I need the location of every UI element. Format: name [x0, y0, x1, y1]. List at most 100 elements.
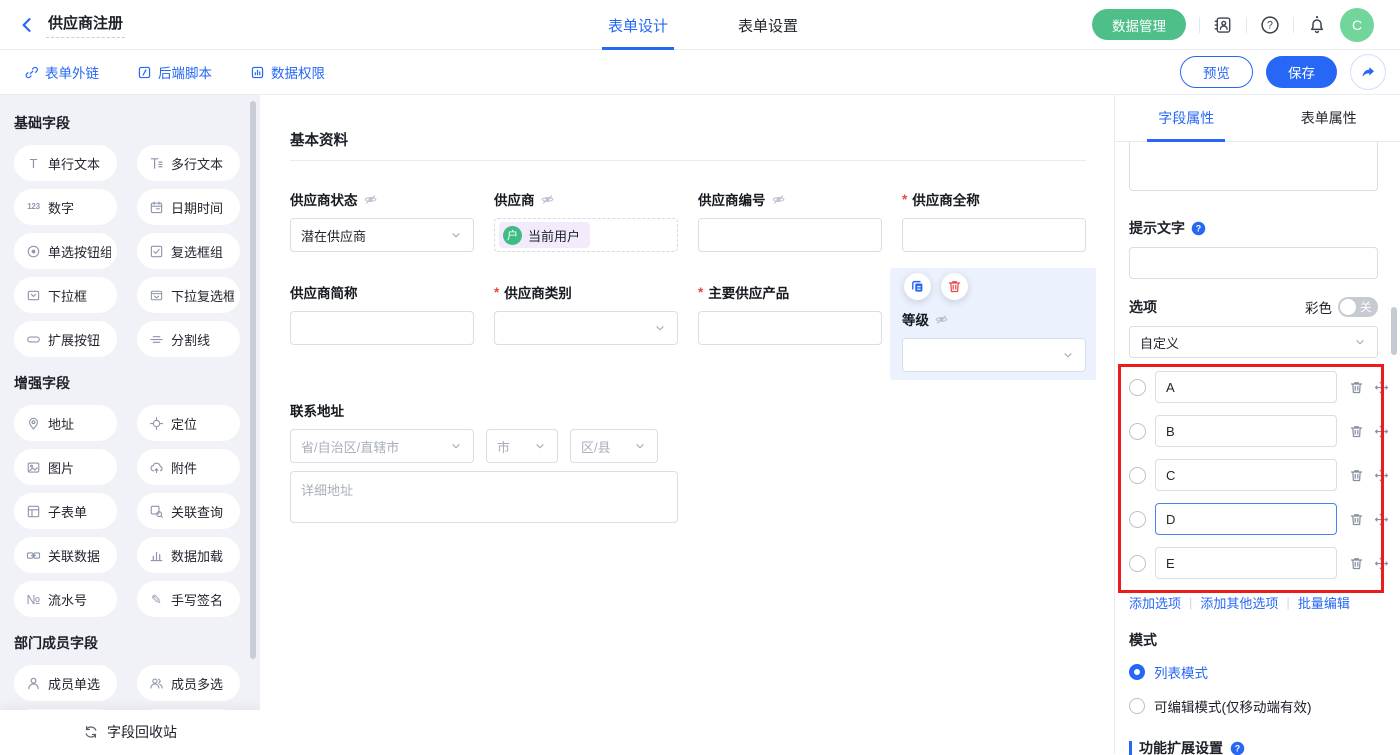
sidebar-item-dropdown-multi[interactable]: 下拉复选框	[137, 277, 240, 313]
bell-icon[interactable]	[1307, 15, 1327, 35]
back-icon[interactable]	[18, 16, 36, 34]
sidebar-item-radio-group[interactable]: 单选按钮组	[14, 233, 117, 269]
radio-icon[interactable]	[1129, 698, 1145, 714]
field-supplier[interactable]: 供应商 户 当前用户	[494, 189, 678, 252]
sidebar-item-serial[interactable]: №流水号	[14, 581, 117, 617]
sidebar-item-subform[interactable]: 子表单	[14, 493, 117, 529]
sidebar-item-persons[interactable]: 成员多选	[137, 665, 240, 701]
sidebar-item-signature[interactable]: ✎手写签名	[137, 581, 240, 617]
sidebar-item-assoc-query[interactable]: 关联查询	[137, 493, 240, 529]
grade-select[interactable]	[902, 338, 1086, 372]
move-icon[interactable]	[1374, 512, 1389, 527]
option-value-input[interactable]	[1155, 547, 1337, 579]
tab-form-settings[interactable]: 表单设置	[738, 0, 798, 50]
sidebar-item-cloud-upload[interactable]: 附件	[137, 449, 240, 485]
province-select[interactable]: 省/自治区/直辖市	[290, 429, 474, 463]
copy-field-button[interactable]	[904, 273, 931, 300]
supplier-code-input[interactable]	[698, 218, 882, 252]
move-icon[interactable]	[1374, 380, 1389, 395]
sidebar-item-checkbox-group[interactable]: 复选框组	[137, 233, 240, 269]
supplier-full-name-input[interactable]	[902, 218, 1086, 252]
tab-form-properties[interactable]: 表单属性	[1258, 95, 1400, 141]
field-supplier-short-name[interactable]: 供应商简称	[290, 282, 474, 372]
sidebar-item-single-line[interactable]: T单行文本	[14, 145, 117, 181]
batch-edit-link[interactable]: 批量编辑	[1298, 593, 1350, 612]
sidebar-item-assoc-data[interactable]: 关联数据	[14, 537, 117, 573]
district-select[interactable]: 区/县	[570, 429, 658, 463]
option-radio[interactable]	[1129, 467, 1146, 484]
field-supplier-category[interactable]: * 供应商类别	[494, 282, 678, 372]
page-title[interactable]: 供应商注册	[46, 12, 125, 38]
option-value-input[interactable]	[1155, 459, 1337, 491]
sidebar-item-number[interactable]: 123数字	[14, 189, 117, 225]
field-grade-selected[interactable]: 等级	[902, 282, 1086, 372]
address-detail-textarea[interactable]	[290, 471, 678, 523]
field-main-products[interactable]: * 主要供应产品	[698, 282, 882, 372]
question-icon[interactable]: ?	[1230, 741, 1245, 755]
city-select[interactable]: 市	[486, 429, 558, 463]
sidebar-item-datetime[interactable]: 日期时间	[137, 189, 240, 225]
sidebar-item-extend-button[interactable]: 扩展按钮	[14, 321, 117, 357]
sidebar-item-locate[interactable]: 定位	[137, 405, 240, 441]
question-icon[interactable]: ?	[1191, 221, 1206, 236]
backend-script-link[interactable]: 后端脚本	[137, 62, 212, 82]
delete-field-button[interactable]	[941, 273, 968, 300]
option-radio[interactable]	[1129, 555, 1146, 572]
color-toggle[interactable]: 关	[1338, 297, 1378, 317]
trash-icon[interactable]	[1349, 556, 1364, 571]
trash-icon[interactable]	[1349, 468, 1364, 483]
field-recycle-bin[interactable]: 字段回收站	[0, 710, 260, 754]
preview-button[interactable]: 预览	[1180, 56, 1253, 88]
option-radio[interactable]	[1129, 379, 1146, 396]
option-value-input[interactable]	[1155, 503, 1337, 535]
mode-option-list[interactable]: 列表模式	[1129, 662, 1378, 682]
option-radio[interactable]	[1129, 423, 1146, 440]
supplier-status-select[interactable]: 潜在供应商	[290, 218, 474, 252]
radio-checked-icon[interactable]	[1129, 664, 1145, 680]
sidebar-item-divider[interactable]: 分割线	[137, 321, 240, 357]
help-icon[interactable]: ?	[1260, 15, 1280, 35]
option-radio[interactable]	[1129, 511, 1146, 528]
mode-option-editable[interactable]: 可编辑模式(仅移动端有效)	[1129, 696, 1378, 716]
supplier-category-select[interactable]	[494, 311, 678, 345]
supplier-member-box[interactable]: 户 当前用户	[494, 218, 678, 252]
sidebar-item-data-load[interactable]: 数据加载	[137, 537, 240, 573]
tab-label: 表单设计	[608, 15, 668, 36]
save-button[interactable]: 保存	[1266, 56, 1337, 88]
form-external-link[interactable]: 表单外链	[24, 62, 99, 82]
sidebar-item-person[interactable]: 成员单选	[14, 665, 117, 701]
main-products-input[interactable]	[698, 311, 882, 345]
field-contact-address[interactable]: 联系地址 省/自治区/直辖市 市 区/县	[290, 400, 1114, 523]
option-value-input[interactable]	[1155, 415, 1337, 447]
sidebar-item-image[interactable]: 图片	[14, 449, 117, 485]
panel-scrollbar[interactable]	[1391, 307, 1397, 355]
option-source-select[interactable]: 自定义	[1129, 326, 1378, 358]
share-button[interactable]	[1350, 54, 1386, 90]
data-manage-button[interactable]: 数据管理	[1092, 9, 1186, 40]
tab-form-design[interactable]: 表单设计	[608, 0, 668, 50]
sidebar-sections: 基础字段T单行文本多行文本123数字日期时间单选按钮组复选框组下拉框下拉复选框扩…	[14, 113, 260, 701]
field-supplier-full-name[interactable]: * 供应商全称	[902, 189, 1086, 252]
address-book-icon[interactable]	[1213, 15, 1233, 35]
tab-field-properties[interactable]: 字段属性	[1115, 95, 1258, 141]
trash-icon[interactable]	[1349, 380, 1364, 395]
hint-text-input[interactable]	[1129, 247, 1378, 279]
trash-icon[interactable]	[1349, 512, 1364, 527]
avatar[interactable]: C	[1340, 8, 1374, 42]
sidebar-scrollbar[interactable]	[250, 101, 256, 659]
sidebar-item-dropdown[interactable]: 下拉框	[14, 277, 117, 313]
option-value-input[interactable]	[1155, 371, 1337, 403]
data-permission-link[interactable]: 数据权限	[250, 62, 325, 82]
add-option-link[interactable]: 添加选项	[1129, 593, 1181, 612]
panel-scrolled-input[interactable]	[1129, 142, 1378, 191]
move-icon[interactable]	[1374, 424, 1389, 439]
move-icon[interactable]	[1374, 556, 1389, 571]
trash-icon[interactable]	[1349, 424, 1364, 439]
sidebar-item-multi-line[interactable]: 多行文本	[137, 145, 240, 181]
add-other-option-link[interactable]: 添加其他选项	[1200, 593, 1278, 612]
field-supplier-status[interactable]: 供应商状态 潜在供应商	[290, 189, 474, 252]
sidebar-item-pin[interactable]: 地址	[14, 405, 117, 441]
field-supplier-code[interactable]: 供应商编号	[698, 189, 882, 252]
supplier-short-name-input[interactable]	[290, 311, 474, 345]
move-icon[interactable]	[1374, 468, 1389, 483]
